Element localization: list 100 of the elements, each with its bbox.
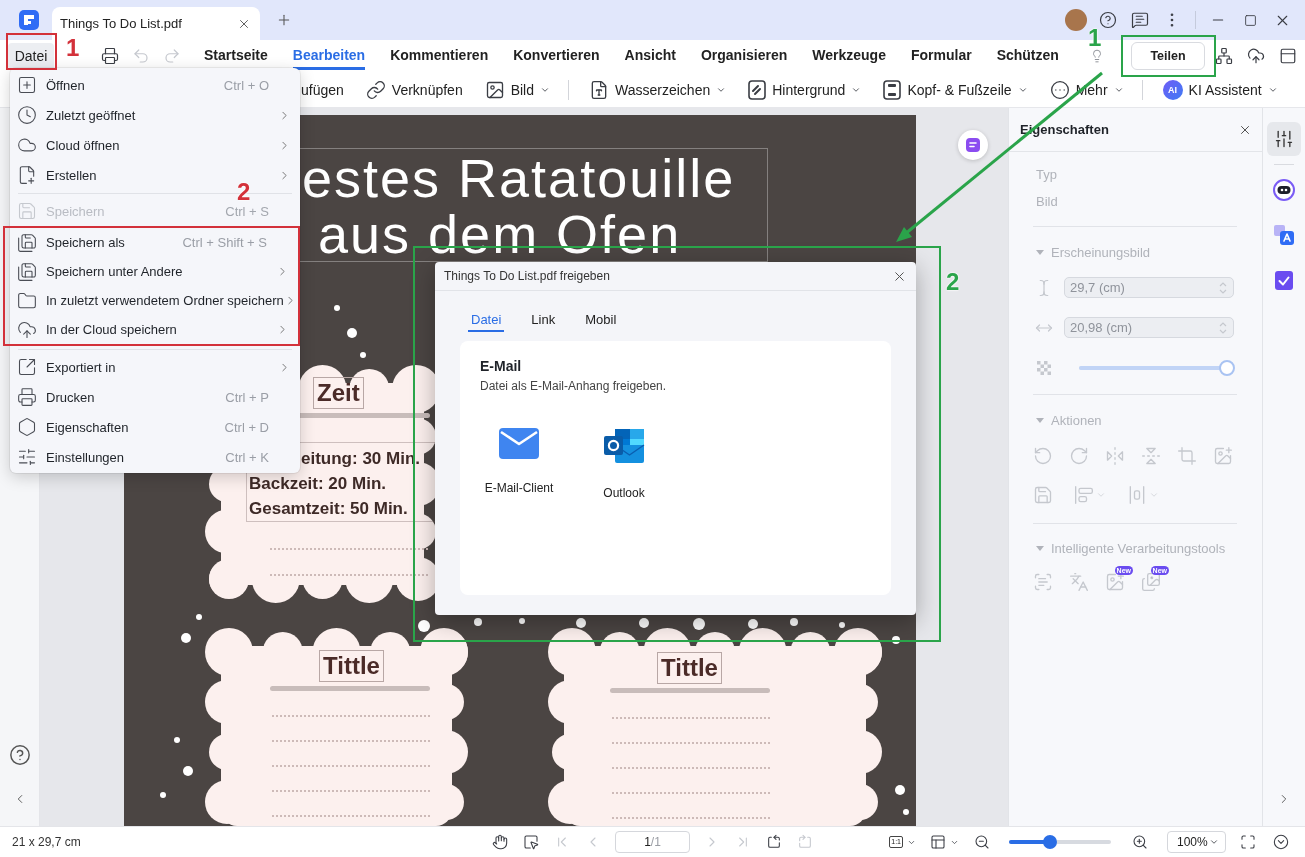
ribbon-tab[interactable]: Kommentieren [390,40,489,70]
lightbulb-icon[interactable] [1090,49,1104,63]
app-logo-icon [19,10,39,30]
printer-icon[interactable] [101,47,119,65]
menu-item[interactable]: In zuletzt verwendetem Ordner speichern [10,286,298,315]
step-number: 1 [1088,27,1102,49]
zoom-in-icon[interactable] [1132,834,1148,850]
card-heading: Tittle [319,650,384,682]
fullscreen-icon[interactable] [1240,834,1256,850]
decor-dot [360,352,366,358]
dialog-tab[interactable]: Datei [468,309,505,332]
image-plus-icon[interactable] [1105,572,1125,592]
document-tab[interactable]: Things To Do List.pdf [52,7,260,40]
dialog-tab[interactable]: Link [528,309,559,332]
dialog-title: Things To Do List.pdf freigeben [444,269,610,283]
decor-dot [347,328,357,338]
toolbar-button[interactable]: Hintergrund [748,79,862,100]
assistant-button[interactable]: AI KI Assistent [1162,79,1278,100]
floating-tool-button[interactable] [958,130,988,160]
checkerboard-icon [1037,361,1051,375]
file-menu-button[interactable]: Datei [8,42,54,70]
ribbon-tab[interactable]: Ansicht [624,40,676,70]
step-number: 1 [66,37,80,59]
zoom-out-icon[interactable] [974,834,990,850]
zoom-dropdown[interactable]: 100% [1167,831,1226,853]
cloud-upload-icon [17,319,37,340]
ribbon-tab[interactable]: Formular [910,40,972,70]
menu-item[interactable]: Zuletzt geöffnet [10,100,300,130]
avatar[interactable] [1065,9,1087,31]
page-number-field[interactable]: 1/1 [615,831,690,853]
cloud-upload-icon[interactable] [1247,47,1265,65]
toolbar-button[interactable]: Bild [484,79,551,100]
decor-dot [748,619,758,629]
images-icon[interactable] [1141,572,1161,592]
help-icon[interactable] [1099,11,1117,29]
page-layout-icon[interactable] [930,834,946,850]
toolbar-button[interactable]: Verknüpfen [365,79,463,100]
step-number: 2 [946,271,960,293]
overlapping-tiles-icon [1273,224,1295,246]
menu-item[interactable]: Exportiert in [10,352,300,382]
export-icon [17,357,37,377]
ribbon-tab[interactable]: Konvertieren [513,40,600,70]
hand-icon[interactable] [492,834,508,850]
menu-item[interactable]: Speichern unter Andere [10,257,298,286]
ribbon-tab[interactable]: Werkzeuge [812,40,886,70]
toolbar-button[interactable]: ufügen [301,81,344,98]
robot-face-icon [1273,179,1295,201]
time-line: Backzeit: 20 Min. [249,473,386,495]
menu-item[interactable]: In der Cloud speichern [10,315,298,344]
menu-item[interactable]: Cloud öffnen [10,130,300,160]
share-option[interactable]: Outlook [584,428,664,501]
envelope-tiles-icon [603,428,645,464]
hierarchy-icon[interactable] [1215,47,1233,65]
menu-item[interactable]: Öffnen Ctrl + O [10,70,300,100]
decor-dot [334,305,340,311]
decor-dot [183,766,193,776]
decor-dot [892,636,900,644]
help-icon[interactable] [8,744,31,766]
new-tab-icon[interactable] [276,12,292,28]
section-title: E-Mail [480,357,522,375]
panel-icon[interactable] [1279,47,1297,65]
ribbon-tab[interactable]: Organisieren [700,40,788,70]
side-tool-button[interactable] [1267,122,1301,156]
dialog-tab[interactable]: Mobil [582,309,620,332]
menu-item[interactable]: Speichern als Ctrl + Shift + S [10,228,298,257]
pointer-select-icon[interactable] [523,834,539,850]
menu-item[interactable]: Eigenschaften Ctrl + D [10,412,300,442]
ribbon-tab[interactable]: Startseite [204,40,268,70]
envelope-icon [499,428,539,459]
time-line: Gesamtzeit: 50 Min. [249,498,408,520]
shortcut-label: Ctrl + S [225,203,269,219]
floppy-disks-icon [17,232,37,253]
chevron-circle-icon[interactable] [1273,834,1289,850]
toolbar-button[interactable]: Kopf- & Fußzeile [883,79,1028,100]
striped-document-icon [748,79,767,100]
shortcut-label: Ctrl + P [225,389,269,405]
type-value: Bild [1036,193,1058,211]
shortcut-label: Ctrl + K [225,449,269,465]
sliders-icon [17,447,37,467]
sliders-icon [1274,129,1294,149]
slider-thumb[interactable] [1042,835,1057,849]
maximize-icon[interactable] [1243,13,1257,27]
decor-dot [181,633,191,643]
decor-dot [196,614,202,620]
share-button[interactable]: Teilen [1131,42,1205,70]
floppy-disks-icon [17,261,37,282]
shortcut-label: Ctrl + Shift + S [182,235,267,250]
chat-icon[interactable] [1131,11,1149,29]
check-tile-icon [1274,269,1294,291]
step-number: 2 [237,181,251,203]
menu-item[interactable]: Einstellungen Ctrl + K [10,442,300,472]
note-tile-icon [965,137,981,153]
decor-dot [576,618,586,628]
decor-dot [418,620,430,632]
ribbon-tab[interactable]: Schützen [996,40,1059,70]
toolbar-button[interactable]: Wasserzeichen [589,79,727,100]
type-label: Typ [1036,166,1057,184]
menu-item[interactable]: Drucken Ctrl + P [10,382,300,412]
rotate-left-icon[interactable] [766,834,782,850]
share-option[interactable]: E-Mail-Client [479,428,559,501]
